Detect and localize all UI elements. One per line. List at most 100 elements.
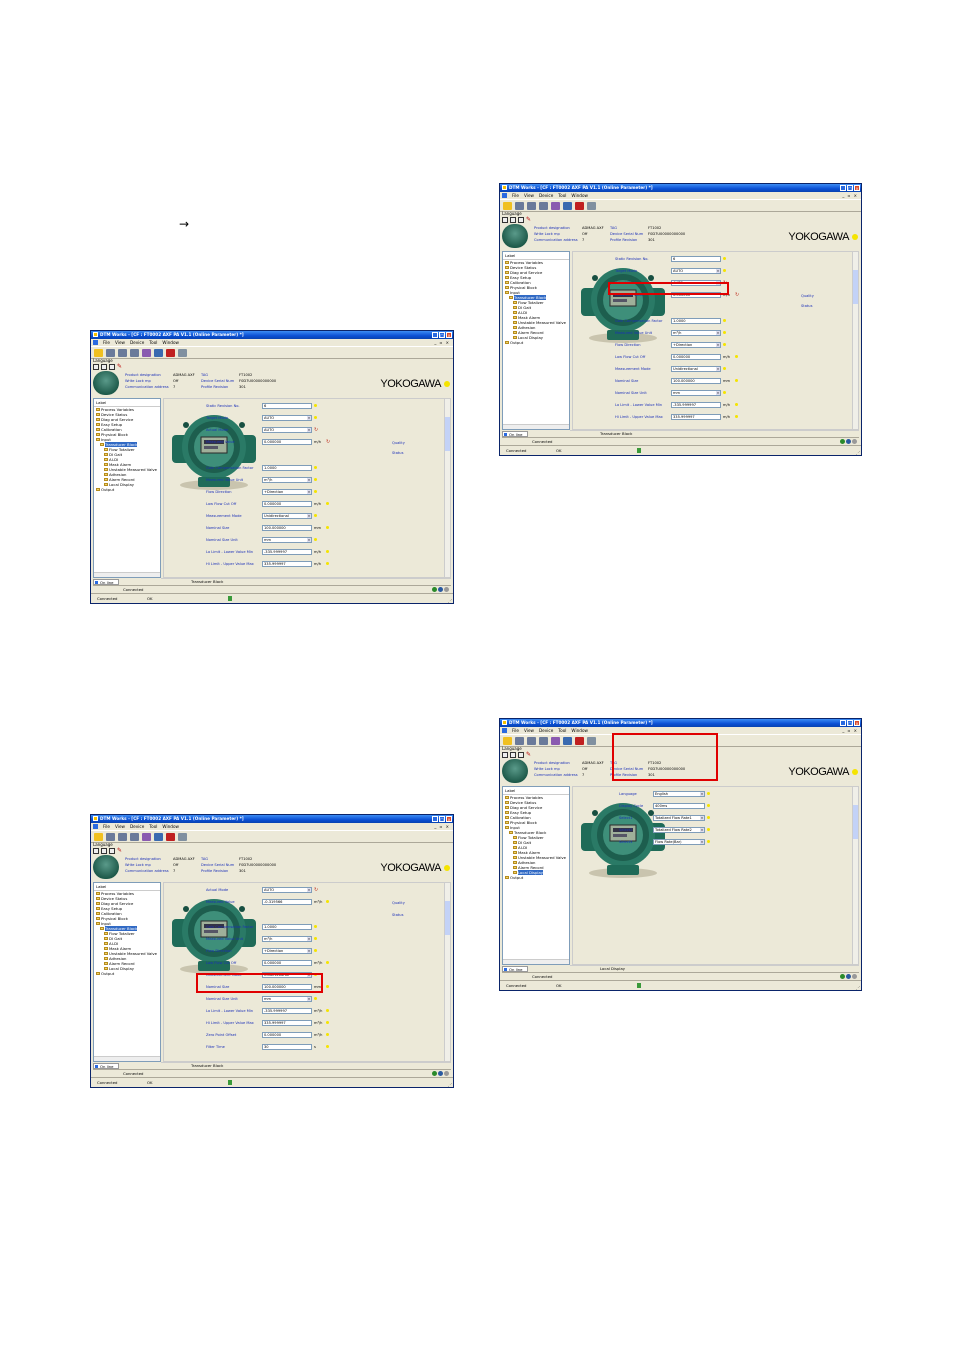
menu-item-device[interactable]: Device [539,193,553,198]
toolbar-icon-1[interactable] [94,348,103,357]
toolbar-icon-5[interactable] [142,348,151,357]
refresh-icon[interactable]: ↻ [326,439,330,445]
param-field[interactable]: mm [262,537,312,543]
menu-item-file[interactable]: File [512,728,519,733]
param-field[interactable]: English [653,791,705,797]
list-icon[interactable] [101,848,107,854]
param-field[interactable]: AUTO [262,415,312,421]
param-field[interactable]: -335.999997 [262,549,312,555]
toolbar-icon-2[interactable] [515,201,524,210]
param-field[interactable]: +Direction [262,948,312,954]
param-field[interactable]: AUTO [262,427,312,433]
toolbar-icon-6[interactable] [563,736,572,745]
toolbar-icon-1[interactable] [94,832,103,841]
toolbar-icon-7[interactable] [575,201,584,210]
menu-item-device[interactable]: Device [130,824,144,829]
toolbar-icon-1[interactable] [503,736,512,745]
menu-item-view[interactable]: View [115,340,125,345]
mdi-controls[interactable]: _ ▫ × [434,340,450,345]
minimize-icon[interactable]: _ [432,816,438,822]
table-icon[interactable] [518,217,524,223]
param-field[interactable]: -335.999997 [262,1008,312,1014]
param-field[interactable]: AUTO [671,268,721,274]
toolbar-icon-3[interactable] [527,736,536,745]
grid-icon[interactable] [93,848,99,854]
list-icon[interactable] [510,752,516,758]
param-field[interactable]: 1.0000 [671,318,721,324]
menu-item-tool[interactable]: Tool [149,340,157,345]
param-field[interactable]: Totalized Flow Rate2 [653,827,705,833]
scroll-thumb[interactable] [853,270,858,304]
scroll-thumb[interactable] [445,901,450,935]
toolbar-icon-8[interactable] [178,832,187,841]
grid-icon[interactable] [502,217,508,223]
tool-icon[interactable]: ✎ [526,217,532,223]
menu-item-device[interactable]: Device [130,340,144,345]
toolbar-icon-1[interactable] [503,201,512,210]
tree-item[interactable]: Output [94,971,160,976]
toolbar-icon-4[interactable] [539,736,548,745]
param-field[interactable]: Flow Rate(Bar) [653,839,705,845]
mdi-controls[interactable]: _ ▫ × [434,824,450,829]
title-bar[interactable]: DTM Works - [CF : FT0002 AXF PA V1.1 (On… [91,815,453,823]
resize-grip-icon[interactable]: ⋰ [448,1080,452,1087]
param-field[interactable]: mm [671,390,721,396]
toolbar-icon-4[interactable] [130,832,139,841]
param-field[interactable]: Unidirectional [262,513,312,519]
menu-item-tool[interactable]: Tool [558,193,566,198]
param-field[interactable]: 335.999997 [262,561,312,567]
toolbar-icon-2[interactable] [106,832,115,841]
mdi-controls[interactable]: _ ▫ × [842,728,858,733]
grid-icon[interactable] [93,364,99,370]
grid-icon[interactable] [502,752,508,758]
table-icon[interactable] [109,848,115,854]
toolbar-icon-7[interactable] [166,832,175,841]
tree-scrollbar[interactable] [503,959,569,964]
toolbar-icon-5[interactable] [551,201,560,210]
panel-scrollbar[interactable] [852,787,858,964]
param-field[interactable]: 6 [671,256,721,262]
param-field[interactable]: 0.000000 [262,501,312,507]
refresh-icon[interactable]: ↻ [314,887,318,893]
title-bar[interactable]: DTM Works - [CF : FT0002 AXF PA V1.1 (On… [500,719,861,727]
param-field[interactable]: 100.000000 [262,525,312,531]
table-icon[interactable] [518,752,524,758]
close-icon[interactable]: × [446,332,452,338]
menu-item-file[interactable]: File [512,193,519,198]
refresh-icon[interactable]: ↻ [314,427,318,433]
param-field[interactable]: 0.000000 [671,354,721,360]
param-field[interactable]: AUTO [262,887,312,893]
param-field[interactable]: -0.319566 [262,899,312,905]
param-field[interactable]: 335.999997 [262,1020,312,1026]
toolbar-icon-8[interactable] [587,201,596,210]
menu-item-window[interactable]: Window [162,340,179,345]
resize-grip-icon[interactable]: ⋰ [856,448,860,455]
mdi-controls[interactable]: _ ▫ × [842,193,858,198]
param-field[interactable]: 30 [262,1044,312,1050]
toolbar-icon-4[interactable] [130,348,139,357]
minimize-icon[interactable]: _ [840,720,846,726]
title-bar[interactable]: DTM Works - [CF : FT0002 AXF PA V1.1 (On… [91,331,453,339]
menu-item-view[interactable]: View [524,193,534,198]
toolbar-icon-6[interactable] [563,201,572,210]
toolbar-icon-6[interactable] [154,832,163,841]
minimize-icon[interactable]: _ [840,185,846,191]
param-field[interactable]: +Direction [671,342,721,348]
maximize-icon[interactable]: □ [439,332,445,338]
scroll-thumb[interactable] [445,417,450,451]
menu-item-view[interactable]: View [115,824,125,829]
tool-icon[interactable]: ✎ [117,848,123,854]
close-icon[interactable]: × [854,185,860,191]
toolbar-icon-2[interactable] [515,736,524,745]
toolbar-icon-4[interactable] [539,201,548,210]
table-icon[interactable] [109,364,115,370]
scroll-thumb[interactable] [853,805,858,839]
param-field[interactable]: 1.0000 [262,924,312,930]
param-field[interactable]: 400ms [653,803,705,809]
tree-item[interactable]: Output [503,340,569,345]
panel-scrollbar[interactable] [444,399,450,577]
tree-scrollbar[interactable] [94,1056,160,1061]
panel-scrollbar[interactable] [852,252,858,429]
param-field[interactable]: +Direction [262,489,312,495]
menu-item-file[interactable]: File [103,340,110,345]
